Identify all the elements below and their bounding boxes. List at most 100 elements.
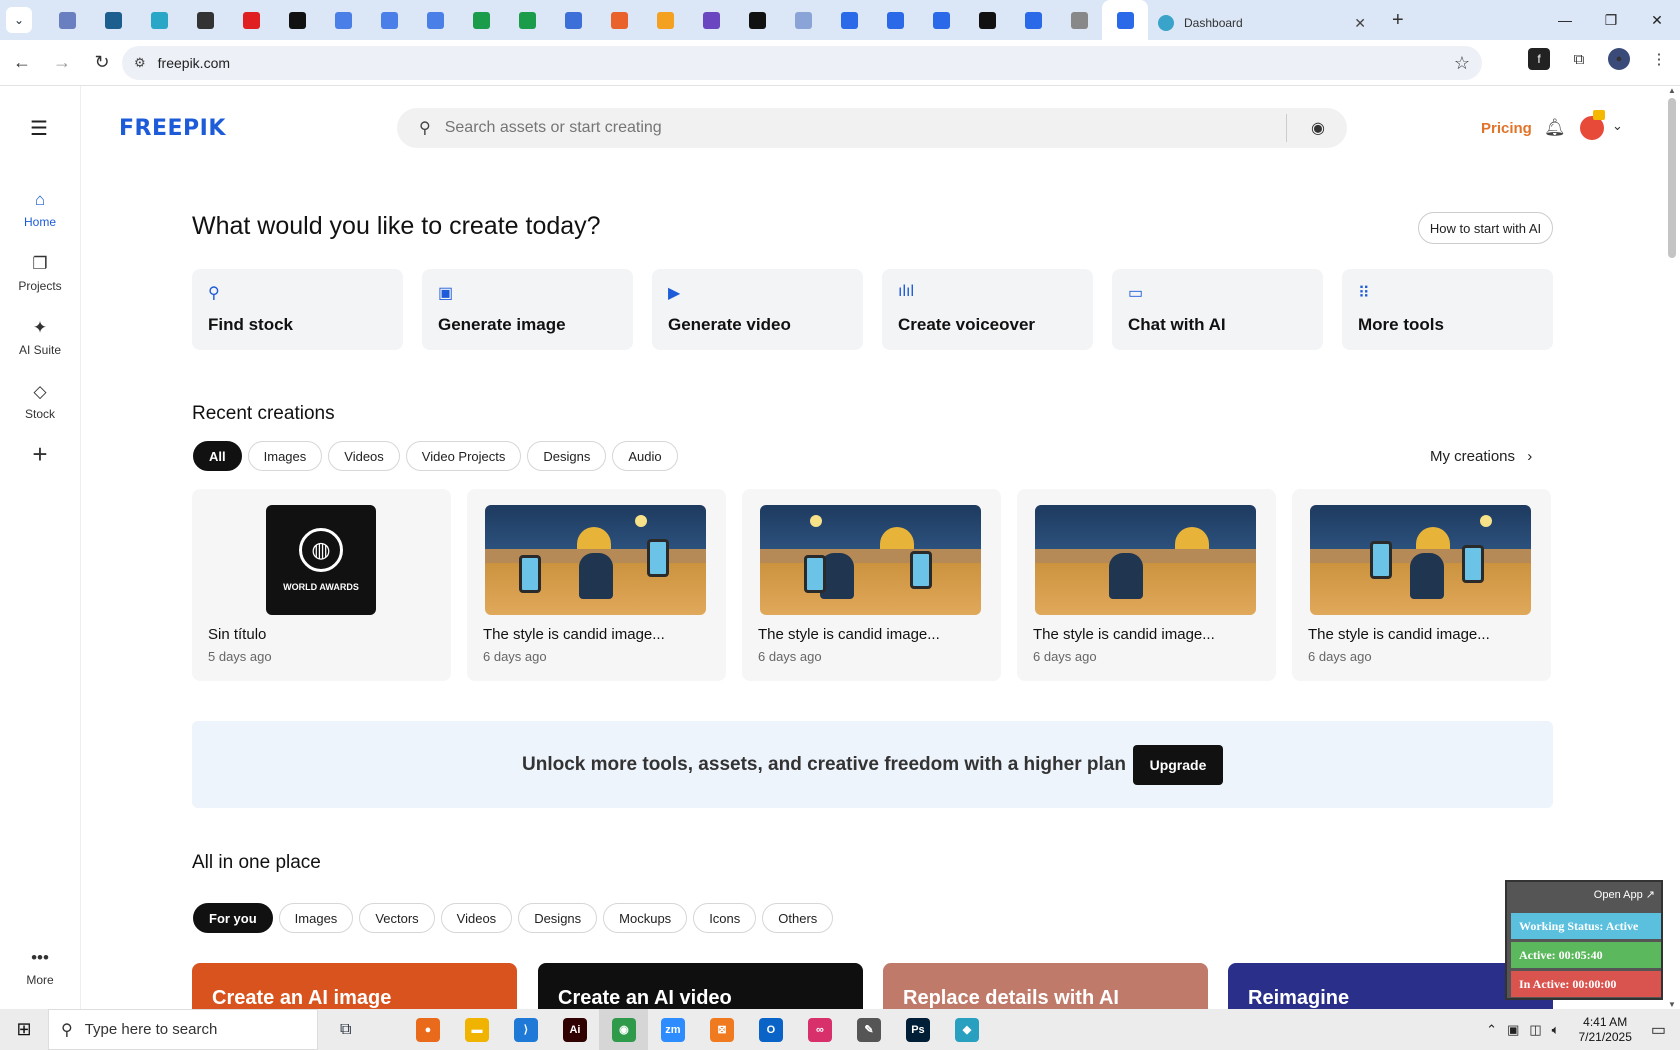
- restore-icon[interactable]: ❐: [1588, 0, 1634, 40]
- taskbar-app-outlook[interactable]: O: [746, 1009, 795, 1050]
- extensions-puzzle-icon[interactable]: ⧉: [1568, 48, 1590, 70]
- browser-tab[interactable]: [182, 0, 228, 40]
- taskbar-app-chrome[interactable]: ◉: [599, 1009, 649, 1050]
- tool-create-voiceover[interactable]: ılıl Create voiceover: [882, 269, 1093, 350]
- close-window-icon[interactable]: ✕: [1634, 0, 1680, 40]
- page-scrollbar[interactable]: ▲ ▼: [1664, 86, 1680, 1009]
- taskbar-app-vscode[interactable]: ⟩: [501, 1009, 550, 1050]
- browser-tab[interactable]: [412, 0, 458, 40]
- scrollbar-thumb[interactable]: [1668, 98, 1676, 258]
- minimize-icon[interactable]: —: [1542, 0, 1588, 40]
- all-filter-chip[interactable]: Icons: [693, 903, 757, 933]
- back-arrow-icon[interactable]: ←: [4, 45, 40, 81]
- taskbar-app-firefox[interactable]: ●: [403, 1009, 452, 1050]
- address-bar[interactable]: ⚙ freepik.com ☆: [122, 46, 1482, 80]
- all-filter-chip[interactable]: Others: [762, 903, 834, 933]
- sidebar-item-stock[interactable]: ◇ Stock: [0, 382, 80, 421]
- taskbar-app-file-explorer[interactable]: ▬: [452, 1009, 501, 1050]
- browser-tab[interactable]: [458, 0, 504, 40]
- browser-tab[interactable]: [642, 0, 688, 40]
- task-view-icon[interactable]: ⧉: [340, 1021, 351, 1039]
- upgrade-button[interactable]: Upgrade: [1133, 745, 1223, 785]
- creation-card[interactable]: The style is candid image... 6 days ago: [742, 489, 1001, 681]
- taskbar-app-app-diamond[interactable]: ◆: [942, 1009, 991, 1050]
- browser-tab[interactable]: [44, 0, 90, 40]
- browser-tab[interactable]: [320, 0, 366, 40]
- taskbar-app-xampp[interactable]: ⊠: [697, 1009, 746, 1050]
- extension-f-icon[interactable]: f: [1528, 48, 1550, 70]
- bookmark-star-icon[interactable]: ☆: [1454, 53, 1470, 74]
- all-filter-chip[interactable]: For you: [193, 903, 273, 933]
- taskbar-app-creative-cloud[interactable]: ∞: [795, 1009, 844, 1050]
- reload-icon[interactable]: ↻: [84, 45, 120, 81]
- creation-card[interactable]: The style is candid image... 6 days ago: [1292, 489, 1551, 681]
- browser-tab[interactable]: [734, 0, 780, 40]
- scroll-up-icon[interactable]: ▲: [1668, 86, 1676, 95]
- browser-tab[interactable]: [90, 0, 136, 40]
- site-info-icon[interactable]: ⚙: [134, 55, 146, 71]
- creation-card[interactable]: The style is candid image... 6 days ago: [1017, 489, 1276, 681]
- tray-chevron-icon[interactable]: ⌃: [1486, 1022, 1497, 1038]
- all-filter-chip[interactable]: Designs: [518, 903, 598, 933]
- open-app-link[interactable]: Open App ↗: [1594, 888, 1655, 901]
- notifications-icon[interactable]: ▭: [1651, 1020, 1666, 1040]
- my-creations-link[interactable]: My creations ›: [1430, 448, 1532, 465]
- browser-tab[interactable]: [964, 0, 1010, 40]
- browser-tab[interactable]: [1056, 0, 1102, 40]
- tool-generate-video[interactable]: ▶ Generate video: [652, 269, 863, 350]
- volume-icon[interactable]: 🔈︎: [1552, 1022, 1560, 1038]
- all-filter-chip[interactable]: Vectors: [359, 903, 435, 933]
- browser-tab[interactable]: [228, 0, 274, 40]
- tray-app-icon[interactable]: ▣: [1507, 1022, 1519, 1038]
- all-filter-chip[interactable]: Videos: [440, 903, 513, 933]
- taskbar-app-illustrator[interactable]: Ai: [550, 1009, 599, 1050]
- browser-tab[interactable]: [688, 0, 734, 40]
- taskbar-search[interactable]: ⚲ Type here to search: [48, 1009, 318, 1050]
- taskbar-clock[interactable]: 4:41 AM 7/21/2025: [1578, 1015, 1631, 1045]
- sidebar-item-projects[interactable]: ❐ Projects: [0, 254, 80, 293]
- browser-tab[interactable]: [826, 0, 872, 40]
- recent-filter-chip[interactable]: Video Projects: [405, 441, 522, 471]
- all-filter-chip[interactable]: Mockups: [603, 903, 688, 933]
- browser-tab[interactable]: [780, 0, 826, 40]
- taskbar-app-photoshop[interactable]: Ps: [893, 1009, 942, 1050]
- tool-chat-with-ai[interactable]: ▭ Chat with AI: [1112, 269, 1323, 350]
- sidebar-item-more[interactable]: ••• More: [0, 948, 80, 987]
- scroll-down-icon[interactable]: ▼: [1668, 1000, 1676, 1009]
- recent-filter-chip[interactable]: Audio: [612, 441, 678, 471]
- sidebar-item-ai-suite[interactable]: ✦ AI Suite: [0, 318, 80, 357]
- taskbar-app-zoom[interactable]: zm: [648, 1009, 697, 1050]
- browser-tab[interactable]: [136, 0, 182, 40]
- tool-find-stock[interactable]: ⚲ Find stock: [192, 269, 403, 350]
- recent-filter-chip[interactable]: All: [193, 441, 242, 471]
- browser-tab[interactable]: [504, 0, 550, 40]
- all-filter-chip[interactable]: Images: [278, 903, 354, 933]
- freepik-logo[interactable]: FREEPIK: [119, 116, 226, 141]
- browser-tab[interactable]: [596, 0, 642, 40]
- recent-filter-chip[interactable]: Designs: [527, 441, 607, 471]
- promo-card-ai-image[interactable]: Create an AI image: [192, 963, 517, 1009]
- browser-tab[interactable]: [872, 0, 918, 40]
- add-plus-icon[interactable]: +: [24, 438, 56, 470]
- recent-filter-chip[interactable]: Images: [247, 441, 323, 471]
- creation-card[interactable]: ◍ WORLD AWARDS Sin título 5 days ago: [192, 489, 451, 681]
- browser-tab[interactable]: [274, 0, 320, 40]
- bell-icon[interactable]: 🔔︎: [1544, 118, 1566, 138]
- close-tab-icon[interactable]: ✕: [1354, 15, 1366, 32]
- windows-start-icon[interactable]: ⊞: [0, 1009, 48, 1050]
- profile-avatar-icon[interactable]: ●: [1608, 48, 1630, 70]
- hamburger-menu-icon[interactable]: ☰: [30, 116, 48, 141]
- search-input[interactable]: [444, 119, 1265, 137]
- sidebar-item-home[interactable]: ⌂ Home: [0, 190, 80, 229]
- browser-tab[interactable]: [1102, 0, 1148, 40]
- chevron-down-icon[interactable]: ⌄: [1612, 118, 1623, 134]
- tool-more-tools[interactable]: ⠿ More tools: [1342, 269, 1553, 350]
- forward-arrow-icon[interactable]: →: [44, 45, 80, 81]
- how-to-start-button[interactable]: How to start with AI: [1418, 212, 1553, 244]
- recent-filter-chip[interactable]: Videos: [328, 441, 400, 471]
- tool-generate-image[interactable]: ▣ Generate image: [422, 269, 633, 350]
- browser-tab[interactable]: [550, 0, 596, 40]
- new-tab-plus-icon[interactable]: +: [1392, 9, 1404, 32]
- browser-menu-icon[interactable]: ⋮: [1648, 48, 1670, 70]
- taskbar-app-pen-tool[interactable]: ✎: [844, 1009, 893, 1050]
